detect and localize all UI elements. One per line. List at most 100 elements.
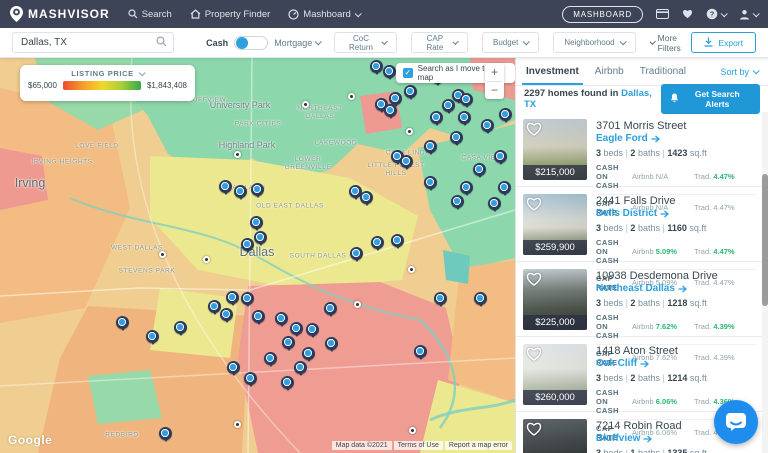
map-property-pin[interactable]	[458, 111, 471, 124]
nav-item-mashboard[interactable]: Mashboard	[288, 9, 360, 20]
get-search-alerts-button[interactable]: Get Search Alerts	[661, 84, 760, 114]
map-property-pin[interactable]	[294, 361, 307, 374]
map-property-pin[interactable]	[424, 140, 437, 153]
favorite-heart-icon[interactable]	[526, 422, 542, 436]
map-property-pin[interactable]	[116, 316, 129, 329]
listing-photo[interactable]: $280,000	[523, 419, 587, 453]
map-property-pin[interactable]	[473, 163, 486, 176]
listing-photo[interactable]: $260,000	[523, 344, 587, 405]
cap-rate-dropdown[interactable]: CAP Rate	[411, 32, 468, 53]
location-search-input[interactable]	[19, 36, 156, 49]
listing-photo[interactable]: $259,900	[523, 194, 587, 255]
map-property-pin[interactable]	[227, 361, 240, 374]
map-minor-marker[interactable]	[354, 301, 361, 308]
map-minor-marker[interactable]	[234, 421, 241, 428]
map-property-pin[interactable]	[350, 247, 363, 260]
map-property-pin[interactable]	[383, 65, 396, 78]
map-property-pin[interactable]	[220, 308, 233, 321]
map-property-pin[interactable]	[241, 292, 254, 305]
map-minor-marker[interactable]	[234, 151, 241, 158]
chat-widget-button[interactable]	[714, 400, 758, 444]
map-minor-marker[interactable]	[348, 93, 355, 100]
nav-item-property-finder[interactable]: Property Finder	[190, 9, 270, 20]
tab-traditional[interactable]: Traditional	[640, 58, 686, 85]
panel-scrollbar-track[interactable]	[762, 112, 768, 453]
panel-scrollbar-thumb[interactable]	[762, 174, 768, 306]
map-property-pin[interactable]	[474, 292, 487, 305]
listing-address[interactable]: 1418 Aton Street	[596, 345, 756, 358]
map-property-pin[interactable]	[174, 321, 187, 334]
map-property-pin[interactable]	[325, 337, 338, 350]
neighborhood-dropdown[interactable]: Neighborhood	[553, 32, 635, 53]
budget-dropdown[interactable]: Budget	[482, 32, 539, 53]
listing-address[interactable]: 3701 Morris Street	[596, 120, 756, 133]
map-property-pin[interactable]	[450, 131, 463, 144]
map-property-pin[interactable]	[159, 427, 172, 440]
listing-card[interactable]: $260,000 1418 Aton Street Oak Cliff 3 be…	[516, 337, 762, 412]
map-property-pin[interactable]	[370, 60, 383, 73]
map-property-pin[interactable]	[226, 291, 239, 304]
map-property-pin[interactable]	[281, 376, 294, 389]
map-property-pin[interactable]	[404, 85, 417, 98]
help-icon[interactable]: ?	[706, 8, 726, 20]
tab-investment[interactable]: Investment	[526, 58, 579, 85]
map-property-pin[interactable]	[360, 191, 373, 204]
coc-return-dropdown[interactable]: CoC Return	[334, 32, 397, 53]
listing-photo[interactable]: $215,000	[523, 119, 587, 180]
nav-item-search[interactable]: Search	[128, 9, 172, 20]
map-property-pin[interactable]	[499, 108, 512, 121]
map-property-pin[interactable]	[400, 155, 413, 168]
listing-neighborhood-link[interactable]: Oak Cliff	[596, 358, 756, 370]
map-property-pin[interactable]	[208, 300, 221, 313]
map-property-pin[interactable]	[146, 330, 159, 343]
map-property-pin[interactable]	[219, 180, 232, 193]
listing-address[interactable]: 10938 Desdemona Drive	[596, 270, 756, 283]
mortgage-dropdown[interactable]: Mortgage	[274, 38, 320, 48]
checkbox-checked-icon[interactable]: ✓	[403, 68, 413, 78]
report-map-error-link[interactable]: Report a map error	[445, 441, 512, 450]
map-minor-marker[interactable]	[203, 256, 210, 263]
map-property-pin[interactable]	[244, 372, 257, 385]
favorite-heart-icon[interactable]	[526, 347, 542, 361]
map-minor-marker[interactable]	[302, 101, 309, 108]
map-property-pin[interactable]	[434, 292, 447, 305]
map-property-pin[interactable]	[414, 345, 427, 358]
map-property-pin[interactable]	[324, 302, 337, 315]
map-property-pin[interactable]	[460, 93, 473, 106]
map-property-pin[interactable]	[251, 183, 264, 196]
terms-of-use-link[interactable]: Terms of Use	[394, 441, 443, 450]
map-property-pin[interactable]	[254, 231, 267, 244]
map-minor-marker[interactable]	[408, 266, 415, 273]
legend-title-row[interactable]: LISTING PRICE	[28, 69, 187, 78]
map-property-pin[interactable]	[481, 119, 494, 132]
zoom-in-button[interactable]: +	[485, 63, 504, 81]
map-property-pin[interactable]	[371, 236, 384, 249]
mashboard-button[interactable]: MASHBOARD	[562, 6, 643, 23]
location-search-box[interactable]	[12, 32, 174, 53]
billing-card-icon[interactable]	[656, 9, 669, 19]
map-property-pin[interactable]	[498, 181, 511, 194]
map-property-pin[interactable]	[430, 111, 443, 124]
map-property-pin[interactable]	[488, 197, 501, 210]
map-property-pin[interactable]	[451, 195, 464, 208]
export-button[interactable]: Export	[691, 32, 756, 53]
map-property-pin[interactable]	[234, 185, 247, 198]
map-property-pin[interactable]	[424, 176, 437, 189]
listing-card[interactable]: $215,000 3701 Morris Street Eagle Ford 3…	[516, 112, 762, 187]
listing-card[interactable]: $225,000 10938 Desdemona Drive Northeast…	[516, 262, 762, 337]
search-icon[interactable]	[156, 34, 167, 52]
map-property-pin[interactable]	[391, 234, 404, 247]
listing-neighborhood-link[interactable]: Northeast Dallas	[596, 283, 756, 295]
map-property-pin[interactable]	[282, 336, 295, 349]
cash-mortgage-toggle[interactable]	[234, 36, 268, 50]
user-account-icon[interactable]	[739, 9, 758, 20]
listing-card[interactable]: $259,900 2441 Falls Drive Dells District…	[516, 187, 762, 262]
listing-address[interactable]: 2441 Falls Drive	[596, 195, 756, 208]
sort-by-dropdown[interactable]: Sort by	[720, 67, 758, 77]
map-property-pin[interactable]	[442, 99, 455, 112]
listing-neighborhood-link[interactable]: Eagle Ford	[596, 133, 756, 145]
map-property-pin[interactable]	[252, 310, 265, 323]
map-property-pin[interactable]	[494, 150, 507, 163]
map-property-pin[interactable]	[302, 347, 315, 360]
map-property-pin[interactable]	[250, 216, 263, 229]
